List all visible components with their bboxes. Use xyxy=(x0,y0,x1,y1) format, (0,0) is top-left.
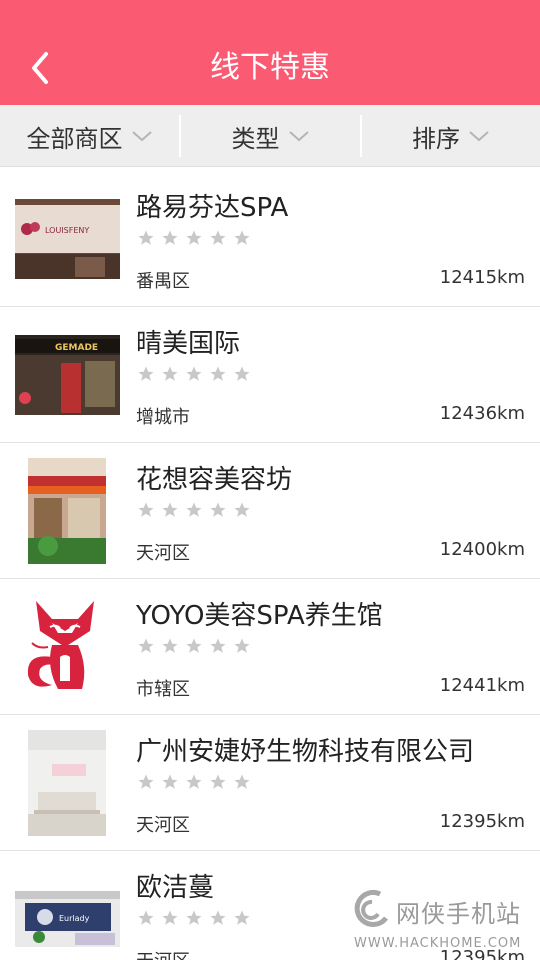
filter-sort[interactable]: 排序 xyxy=(362,105,540,167)
watermark-url: WWW.HACKHOME.COM xyxy=(354,936,522,951)
store-list-item[interactable]: 花想容美容坊 天河区 12400km xyxy=(0,443,540,579)
star-icon xyxy=(186,910,202,925)
store-name: 晴美国际 xyxy=(136,329,241,359)
thumb-sign-text: Eurlady xyxy=(59,914,90,923)
store-thumbnail xyxy=(28,730,106,836)
rating-stars xyxy=(137,501,257,519)
star-icon xyxy=(138,774,154,789)
star-icon xyxy=(234,230,250,245)
store-district: 天河区 xyxy=(136,947,190,960)
rating-stars xyxy=(137,365,257,383)
star-icon xyxy=(210,366,226,381)
store-district: 番禺区 xyxy=(136,271,190,292)
filter-district[interactable]: 全部商区 xyxy=(0,105,179,167)
star-icon xyxy=(210,910,226,925)
filter-bar: 全部商区 类型 排序 xyxy=(0,105,540,167)
star-icon xyxy=(234,774,250,789)
star-icon xyxy=(234,366,250,381)
filter-label: 类型 xyxy=(231,124,280,153)
star-icon xyxy=(186,230,202,245)
rating-stars xyxy=(137,773,257,791)
store-name: 花想容美容坊 xyxy=(136,465,293,495)
store-distance: 12441km xyxy=(439,675,525,696)
star-icon xyxy=(210,230,226,245)
star-icon xyxy=(138,910,154,925)
star-icon xyxy=(186,774,202,789)
star-icon xyxy=(234,910,250,925)
store-list: LOUISFENY 路易芬达SPA 番禺区 12415km GEMADE 晴美国… xyxy=(0,171,540,960)
star-icon xyxy=(210,502,226,517)
star-icon xyxy=(186,366,202,381)
star-icon xyxy=(234,502,250,517)
thumb-sign-text: LOUISFENY xyxy=(45,226,89,235)
store-list-item[interactable]: YOYO美容SPA养生馆 市辖区 12441km xyxy=(0,579,540,715)
star-icon xyxy=(210,638,226,653)
store-thumbnail: LOUISFENY xyxy=(15,199,120,279)
star-icon xyxy=(186,638,202,653)
thumb-sign-text: GEMADE xyxy=(55,343,98,353)
star-icon xyxy=(138,638,154,653)
star-icon xyxy=(234,638,250,653)
star-icon xyxy=(138,502,154,517)
chevron-down-icon xyxy=(288,131,309,142)
watermark-text: 网侠手机站 xyxy=(396,900,521,928)
store-district: 增城市 xyxy=(136,407,190,428)
star-icon xyxy=(138,366,154,381)
store-thumbnail: Eurlady xyxy=(15,891,120,947)
store-list-item[interactable]: GEMADE 晴美国际 增城市 12436km xyxy=(0,307,540,443)
star-icon xyxy=(210,774,226,789)
watermark: 网侠手机站 WWW.HACKHOME.COM xyxy=(350,888,540,960)
star-icon xyxy=(162,910,178,925)
rating-stars xyxy=(137,229,257,247)
chevron-down-icon xyxy=(131,131,152,142)
chevron-down-icon xyxy=(469,131,489,142)
star-icon xyxy=(162,638,178,653)
store-district: 市辖区 xyxy=(136,679,190,700)
store-district: 天河区 xyxy=(136,543,190,564)
store-list-item[interactable]: LOUISFENY 路易芬达SPA 番禺区 12415km xyxy=(0,171,540,307)
store-distance: 12436km xyxy=(439,403,525,424)
store-distance: 12415km xyxy=(439,267,525,288)
star-icon xyxy=(162,366,178,381)
store-thumbnail xyxy=(22,597,108,697)
star-icon xyxy=(186,502,202,517)
page-title: 线下特惠 xyxy=(210,50,330,85)
fox-logo-icon xyxy=(27,601,94,689)
store-district: 天河区 xyxy=(136,815,190,836)
filter-type[interactable]: 类型 xyxy=(181,105,360,167)
store-name: 广州安婕妤生物科技有限公司 xyxy=(136,737,475,767)
store-name: 欧洁蔓 xyxy=(136,873,215,903)
star-icon xyxy=(162,502,178,517)
store-thumbnail: GEMADE xyxy=(15,335,120,415)
store-distance: 12395km xyxy=(439,811,525,832)
watermark-logo-icon xyxy=(354,889,389,927)
rating-stars xyxy=(137,637,257,655)
store-name: YOYO美容SPA养生馆 xyxy=(136,601,383,631)
star-icon xyxy=(162,230,178,245)
app-header: 线下特惠 xyxy=(0,0,540,105)
store-list-item[interactable]: 广州安婕妤生物科技有限公司 天河区 12395km xyxy=(0,715,540,851)
store-distance: 12400km xyxy=(439,539,525,560)
star-icon xyxy=(138,230,154,245)
filter-label: 排序 xyxy=(412,124,460,153)
filter-label: 全部商区 xyxy=(26,124,123,153)
star-icon xyxy=(162,774,178,789)
store-thumbnail xyxy=(28,458,106,564)
store-name: 路易芬达SPA xyxy=(136,193,289,223)
rating-stars xyxy=(137,909,257,927)
